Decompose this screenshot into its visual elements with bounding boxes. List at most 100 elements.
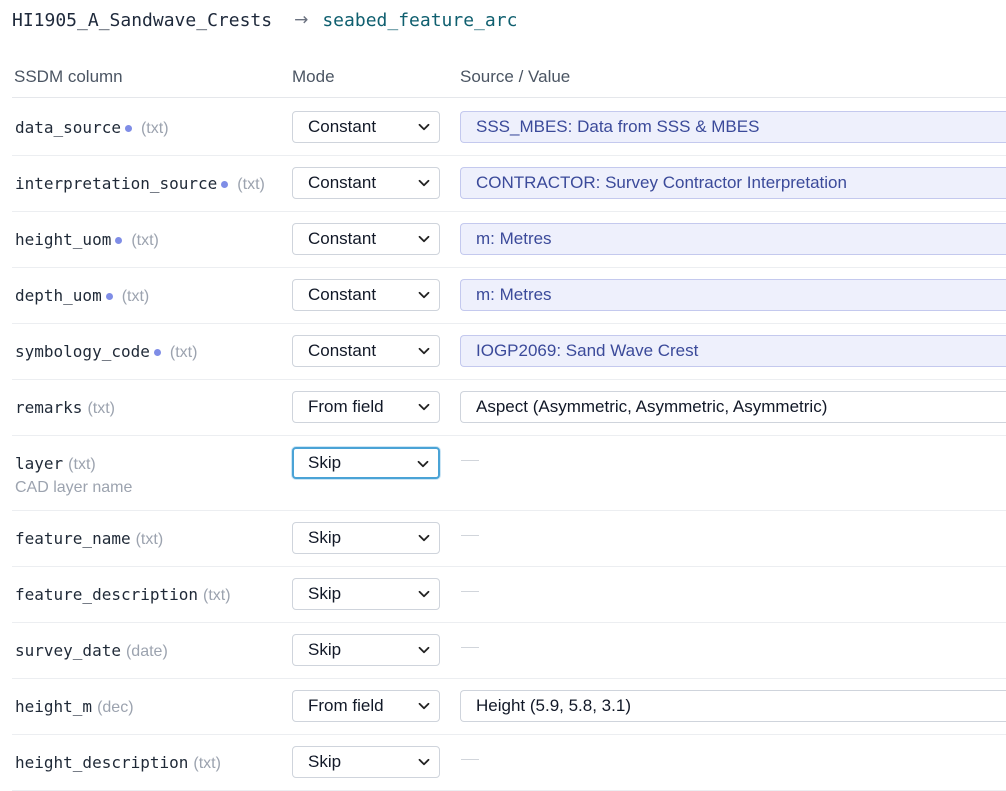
field-cell: data_source (txt) bbox=[15, 117, 169, 140]
mode-select[interactable]: From field bbox=[292, 391, 440, 423]
mode-select[interactable]: Constant bbox=[292, 279, 440, 311]
field-cell: symbology_code (txt) bbox=[15, 341, 197, 364]
mode-select-value: Constant bbox=[308, 341, 377, 360]
table-row: layer (txt) CAD layer name Skip bbox=[12, 435, 1006, 511]
constant-value-field[interactable]: m: Metres bbox=[460, 279, 1006, 311]
constant-value-field[interactable]: CONTRACTOR: Survey Contractor Interpreta… bbox=[460, 167, 1006, 199]
mode-select-value: Constant bbox=[308, 229, 377, 248]
mode-select-value: Constant bbox=[308, 285, 377, 304]
field-cell: layer (txt) CAD layer name bbox=[15, 453, 132, 499]
column-header-source: Source / Value bbox=[460, 67, 571, 86]
field-type: (dec) bbox=[97, 699, 134, 716]
constant-value-text: CONTRACTOR: Survey Contractor Interpreta… bbox=[476, 173, 847, 192]
field-name: survey_date bbox=[15, 641, 121, 660]
table-row: feature_name (txt) Skip bbox=[12, 510, 1006, 567]
field-cell: remarks (txt) bbox=[15, 397, 115, 420]
constant-value-text: m: Metres bbox=[476, 229, 552, 248]
table-row: remarks (txt) From field Aspect (Asymmetric… bbox=[12, 379, 1006, 436]
mode-select[interactable]: Skip bbox=[292, 634, 440, 666]
field-name: depth_uom bbox=[15, 286, 102, 305]
field-name: height_description bbox=[15, 753, 189, 772]
mode-select[interactable]: Constant bbox=[292, 111, 440, 143]
constant-value-field[interactable]: m: Metres bbox=[460, 223, 1006, 255]
source-field-select[interactable]: Aspect (Asymmetric, Asymmetric, Asymmetr… bbox=[460, 391, 1006, 423]
table-row: symbology_code (txt) Constant IOGP2069: San… bbox=[12, 323, 1006, 380]
chevron-down-icon bbox=[418, 644, 430, 656]
field-name: height_uom bbox=[15, 230, 112, 249]
mode-select-value: Skip bbox=[308, 453, 342, 472]
mode-select[interactable]: Skip bbox=[292, 746, 440, 778]
field-type: (txt) bbox=[131, 232, 159, 249]
empty-value-dash bbox=[461, 647, 479, 648]
constant-value-text: SSS_MBES: Data from SSS & MBES bbox=[476, 117, 760, 136]
mode-select[interactable]: Constant bbox=[292, 167, 440, 199]
field-name: symbology_code bbox=[15, 342, 150, 361]
chevron-down-icon bbox=[418, 177, 430, 189]
mode-select-value: Constant bbox=[308, 173, 377, 192]
field-type: (txt) bbox=[121, 288, 150, 305]
mode-select[interactable]: Skip bbox=[292, 522, 440, 554]
source-field-text: Height (5.9, 5.8, 3.1) bbox=[476, 696, 631, 715]
required-dot-icon bbox=[115, 236, 123, 244]
mode-select-value: Skip bbox=[308, 640, 342, 659]
mode-select[interactable]: Constant bbox=[292, 223, 440, 255]
field-type: (txt) bbox=[140, 120, 169, 137]
chevron-down-icon bbox=[417, 458, 429, 470]
required-dot-icon bbox=[153, 348, 161, 356]
field-cell: height_m (dec) bbox=[15, 696, 134, 719]
field-type: (txt) bbox=[237, 176, 265, 193]
empty-value-dash bbox=[461, 759, 479, 760]
field-cell: feature_name (txt) bbox=[15, 528, 163, 551]
table-row: height_uom (txt) Constant m: Metres bbox=[12, 211, 1006, 268]
chevron-down-icon bbox=[418, 345, 430, 357]
chevron-down-icon bbox=[418, 233, 430, 245]
field-name: layer bbox=[15, 454, 64, 473]
mode-select-value: From field bbox=[308, 696, 384, 715]
mode-select-value: From field bbox=[308, 397, 384, 416]
field-type: (txt) bbox=[193, 755, 221, 772]
target-layer-name: seabed_feature_arc bbox=[322, 9, 518, 31]
chevron-down-icon bbox=[418, 289, 430, 301]
mode-select[interactable]: Constant bbox=[292, 335, 440, 367]
mode-select[interactable]: From field bbox=[292, 690, 440, 722]
source-layer-name: HI1905_A_Sandwave_Crests bbox=[12, 9, 273, 31]
field-type: (txt) bbox=[87, 400, 115, 417]
required-dot-icon bbox=[124, 124, 132, 132]
mode-select-value: Skip bbox=[308, 584, 342, 603]
mode-select[interactable]: Skip bbox=[292, 578, 440, 610]
constant-value-text: IOGP2069: Sand Wave Crest bbox=[476, 341, 699, 360]
field-cell: interpretation_source (txt) bbox=[15, 173, 265, 196]
chevron-down-icon bbox=[418, 588, 430, 600]
constant-value-text: m: Metres bbox=[476, 285, 552, 304]
field-description: CAD layer name bbox=[15, 479, 133, 496]
field-type: (txt) bbox=[68, 456, 96, 473]
table-row: depth_uom (txt) Constant m: Metres bbox=[12, 267, 1006, 324]
table-row: survey_date (date) Skip bbox=[12, 622, 1006, 679]
field-cell: depth_uom (txt) bbox=[15, 285, 149, 308]
chevron-down-icon bbox=[418, 121, 430, 133]
field-type: (date) bbox=[125, 643, 168, 660]
field-type: (txt) bbox=[169, 344, 198, 361]
mode-select-value: Skip bbox=[308, 528, 342, 547]
field-name: interpretation_source bbox=[15, 174, 218, 193]
constant-value-field[interactable]: SSS_MBES: Data from SSS & MBES bbox=[460, 111, 1006, 143]
mode-select[interactable]: Skip bbox=[292, 447, 440, 479]
field-cell: height_uom (txt) bbox=[15, 229, 159, 252]
header-divider bbox=[12, 97, 1006, 98]
field-name: data_source bbox=[15, 118, 121, 137]
constant-value-field[interactable]: IOGP2069: Sand Wave Crest bbox=[460, 335, 1006, 367]
mode-select-value: Constant bbox=[308, 117, 377, 136]
field-name: feature_name bbox=[15, 529, 131, 548]
mode-select-value: Skip bbox=[308, 752, 342, 771]
table-row: feature_description (txt) Skip bbox=[12, 566, 1006, 623]
mapping-header: HI1905_A_Sandwave_Crests → seabed_featur… bbox=[12, 8, 517, 32]
chevron-down-icon bbox=[418, 532, 430, 544]
empty-value-dash bbox=[461, 460, 479, 461]
column-header-ssdm: SSDM column bbox=[14, 67, 123, 86]
table-row: interpretation_source (txt) Constant CONTRA… bbox=[12, 155, 1006, 212]
empty-value-dash bbox=[461, 591, 479, 592]
source-field-select[interactable]: Height (5.9, 5.8, 3.1) bbox=[460, 690, 1006, 722]
chevron-down-icon bbox=[418, 401, 430, 413]
column-header-mode: Mode bbox=[292, 67, 335, 86]
field-cell: height_description (txt) bbox=[15, 752, 221, 775]
